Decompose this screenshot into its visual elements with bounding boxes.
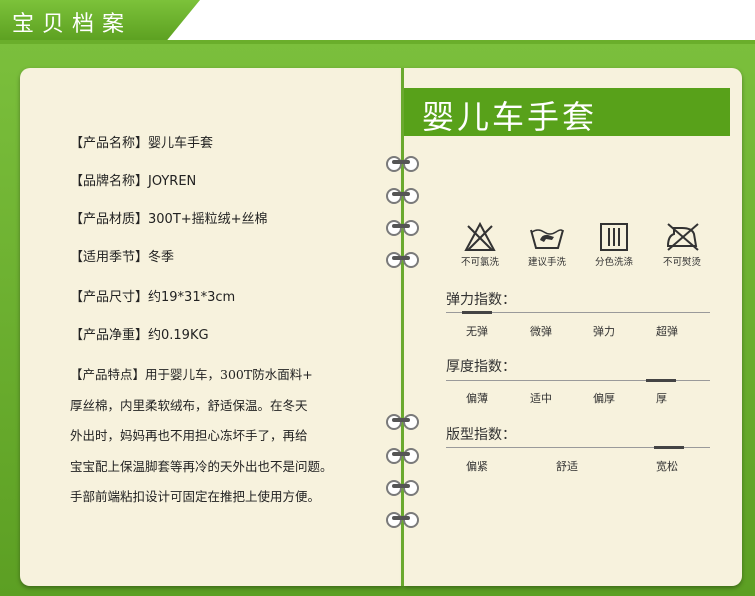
thickness-option: 厚 [656,392,667,405]
info-season: 【适用季节】冬季 [70,250,175,265]
binder-ring [386,188,419,204]
fit-title: 版型指数： [446,427,516,443]
binder-ring [386,156,419,172]
binder-ring [386,448,419,464]
hand-wash-icon [530,229,564,249]
product-title: 婴儿车手套 [422,98,598,136]
binder-ring [386,220,419,236]
fit-option: 偏紧 [466,460,488,473]
care-label: 分色洗涤 [594,257,633,268]
care-hand-wash: 建议手洗 [517,222,577,268]
header-title: 宝贝档案 [12,12,133,37]
fit-option: 宽松 [656,460,678,473]
elasticity-option: 微弹 [530,325,552,338]
thickness-marker [646,379,676,382]
elasticity-title: 弹力指数： [446,292,516,308]
thickness-title: 厚度指数： [446,359,516,375]
elasticity-option: 超弹 [656,325,678,338]
info-material: 【产品材质】300T+摇粒绒+丝棉 [70,212,268,227]
thickness-option: 偏厚 [593,392,615,405]
feature-line: 宝宝配上保温脚套等再冷的天外出也不是问题。 [70,458,333,474]
care-separate-wash: 分色洗涤 [584,222,644,268]
binder-ring [386,414,419,430]
feature-line: 手部前端粘扣设计可固定在推把上使用方便。 [70,489,321,504]
info-features: 【产品特点】用于婴儿车，300T防水面料+ 厚丝棉，内里柔软绒布，舒适保温。在冬… [70,360,400,513]
separate-wash-icon [600,223,628,251]
binder-ring [386,512,419,528]
info-size: 【产品尺寸】约19*31*3cm [70,290,236,305]
product-title-banner: 婴儿车手套 [404,88,730,136]
thickness-option: 适中 [530,392,552,405]
feature-line: 厚丝棉，内里柔软绒布，舒适保温。在冬天 [70,397,308,413]
header: 宝贝档案 [0,0,755,44]
fit-marker [654,446,684,449]
info-weight: 【产品净重】约0.19KG [70,328,209,343]
care-no-bleach: 不可氯洗 [450,222,510,268]
no-iron-icon [666,223,699,251]
notebook-spine [401,68,404,586]
elasticity-option: 无弹 [466,325,488,338]
info-brand: 【品牌名称】JOYREN [70,174,197,189]
feature-line: 外出时，妈妈再也不用担心冻坏手了，再给 [70,428,308,443]
care-label: 建议手洗 [527,257,566,268]
binder-ring [386,252,419,268]
feature-line: 【产品特点】用于婴儿车，300T防水面料+ [70,367,313,382]
no-bleach-icon [464,222,496,251]
fit-option: 舒适 [556,460,578,473]
binder-ring [386,480,419,496]
care-label: 不可熨烫 [662,257,701,268]
care-no-iron: 不可熨烫 [652,222,712,268]
care-label: 不可氯洗 [460,257,499,268]
info-product-name: 【产品名称】婴儿车手套 [70,136,214,151]
elasticity-marker [462,311,492,314]
thickness-option: 偏薄 [466,392,488,405]
elasticity-option: 弹力 [593,325,615,338]
right-page [404,68,742,586]
